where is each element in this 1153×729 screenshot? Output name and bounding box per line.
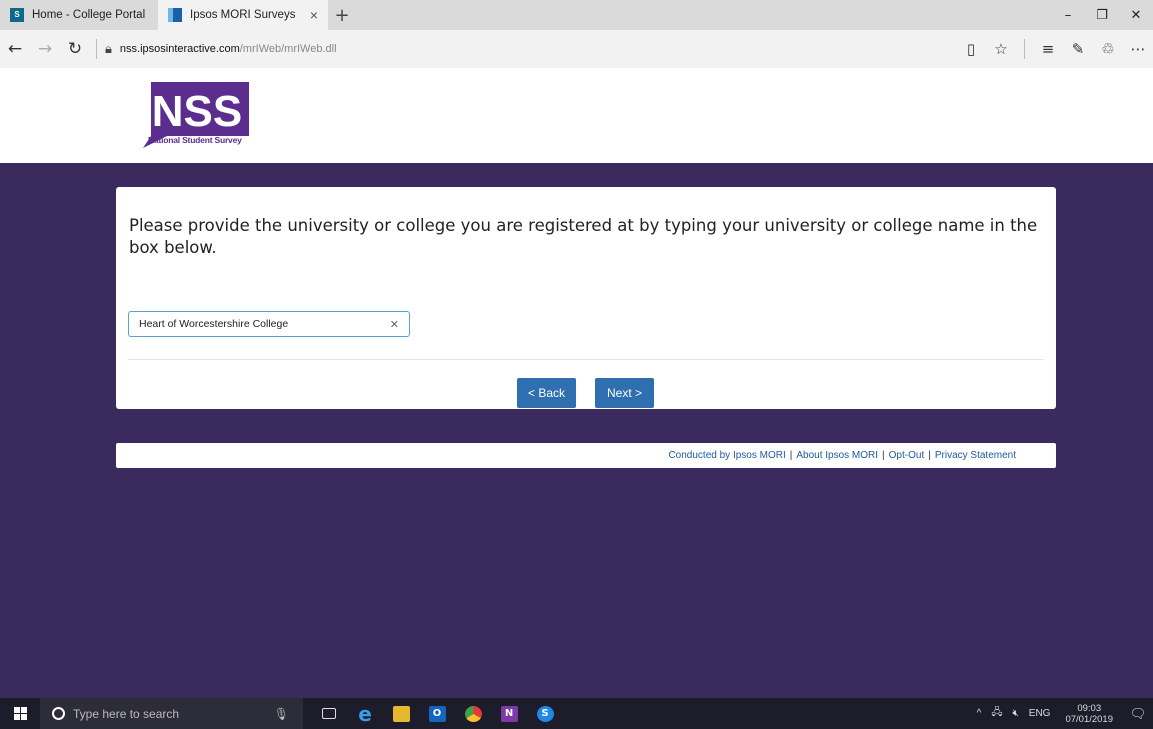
conducted-by-link[interactable]: Conducted by Ipsos MORI: [668, 450, 785, 461]
chevron-up-icon[interactable]: ^: [977, 708, 982, 719]
browser-toolbar: ▯ ☆ ≡ ✎ ♲ ⋯: [956, 39, 1153, 59]
lock-icon[interactable]: 🔒︎: [105, 42, 112, 57]
university-input-value: Heart of Worcestershire College: [139, 318, 289, 330]
search-placeholder: Type here to search: [73, 706, 180, 721]
clock-time: 09:03: [1077, 702, 1102, 714]
footer-links: Conducted by Ipsos MORI | About Ipsos MO…: [116, 443, 1056, 468]
volume-muted-icon[interactable]: 🔇︎: [1012, 708, 1018, 719]
outlook-icon[interactable]: O: [419, 698, 455, 729]
privacy-statement-link[interactable]: Privacy Statement: [935, 450, 1016, 461]
microphone-icon[interactable]: 🎙︎: [274, 707, 289, 721]
cortana-icon: [52, 707, 65, 720]
share-icon[interactable]: ♲: [1093, 40, 1123, 58]
window-controls: – ❐ ✕: [1051, 0, 1153, 30]
favorite-star-icon[interactable]: ☆: [986, 40, 1016, 58]
footer-separator: |: [928, 450, 931, 461]
tab-label: Home - College Portal: [32, 9, 146, 21]
footer-separator: |: [882, 450, 885, 461]
restore-button[interactable]: ❐: [1085, 0, 1119, 30]
new-tab-button[interactable]: +: [328, 0, 356, 30]
chrome-icon[interactable]: [455, 698, 491, 729]
notification-icon[interactable]: 🗨︎: [1123, 706, 1153, 722]
close-tab-icon[interactable]: ×: [310, 7, 318, 23]
skype-icon[interactable]: S: [527, 698, 563, 729]
reading-view-icon[interactable]: ▯: [956, 40, 986, 58]
address-bar: ← → ↻ 🔒︎ nss.ipsosinteractive.com/mrIWeb…: [0, 30, 1153, 68]
opt-out-link[interactable]: Opt-Out: [889, 450, 925, 461]
next-button[interactable]: Next >: [595, 378, 654, 408]
toolbar-separator: [1024, 39, 1025, 59]
system-tray: ^ 🖧︎ 🔇︎ ENG 09:03 07/01/2019 🗨︎: [972, 703, 1153, 725]
survey-page: NSS National Student Survey Please provi…: [0, 68, 1153, 698]
clock[interactable]: 09:03 07/01/2019: [1065, 703, 1113, 725]
divider: [128, 359, 1044, 360]
sharepoint-icon: S: [10, 8, 24, 22]
taskbar-apps: e O N S: [311, 698, 563, 729]
file-explorer-icon[interactable]: [383, 698, 419, 729]
address-separator: [96, 39, 97, 59]
university-input[interactable]: Heart of Worcestershire College ✕: [128, 311, 410, 337]
network-icon[interactable]: 🖧︎: [991, 705, 1002, 722]
ipsos-icon: [168, 8, 182, 22]
web-note-icon[interactable]: ✎: [1063, 40, 1093, 58]
url-field[interactable]: nss.ipsosinteractive.com/mrIWeb/mrIWeb.d…: [120, 43, 337, 55]
logo-text: NSS: [152, 87, 242, 136]
edge-icon[interactable]: e: [347, 698, 383, 729]
tab-ipsos-mori-surveys[interactable]: Ipsos MORI Surveys ×: [158, 0, 328, 30]
windows-taskbar: Type here to search 🎙︎ e O N S ^ 🖧︎ 🔇︎ E…: [0, 698, 1153, 729]
start-button[interactable]: [0, 698, 40, 729]
task-view-icon[interactable]: [311, 698, 347, 729]
tab-home-college-portal[interactable]: S Home - College Portal: [0, 0, 158, 30]
more-icon[interactable]: ⋯: [1123, 40, 1153, 58]
page-header: NSS National Student Survey: [0, 68, 1153, 163]
back-button[interactable]: < Back: [517, 378, 576, 408]
about-ipsos-link[interactable]: About Ipsos MORI: [796, 450, 878, 461]
question-text: Please provide the university or college…: [129, 216, 1038, 257]
question-card: Please provide the university or college…: [116, 187, 1056, 409]
tab-label: Ipsos MORI Surveys: [190, 9, 296, 21]
url-domain: nss.ipsosinteractive.com: [119, 43, 240, 55]
taskbar-search[interactable]: Type here to search 🎙︎: [40, 698, 303, 729]
footer-separator: |: [789, 450, 793, 461]
onenote-icon[interactable]: N: [491, 698, 527, 729]
logo-tagline: National Student Survey: [148, 135, 242, 145]
back-arrow-icon[interactable]: ←: [0, 39, 30, 59]
windows-logo-icon: [13, 707, 27, 720]
hub-icon[interactable]: ≡: [1033, 40, 1063, 58]
minimize-button[interactable]: –: [1051, 0, 1085, 30]
browser-tab-bar: S Home - College Portal Ipsos MORI Surve…: [0, 0, 1153, 30]
refresh-icon[interactable]: ↻: [60, 39, 90, 59]
url-path: /mrIWeb/mrIWeb.dll: [239, 43, 337, 55]
forward-arrow-icon[interactable]: →: [30, 39, 60, 59]
clear-icon[interactable]: ✕: [390, 318, 399, 331]
language-indicator[interactable]: ENG: [1029, 708, 1051, 719]
clock-date: 07/01/2019: [1065, 713, 1113, 725]
close-window-button[interactable]: ✕: [1119, 0, 1153, 30]
